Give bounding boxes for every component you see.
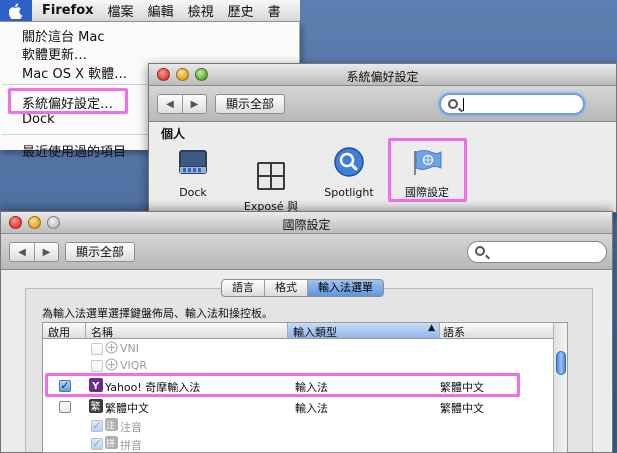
vertical-scrollbar[interactable] [553, 323, 567, 452]
system-preferences-window: 系統偏好設定 ◀ ▶ 顯示全部 個人 Dock Exposé 與 Spaces [148, 63, 617, 213]
menu-history[interactable]: 歷史 [228, 1, 254, 20]
col-input-type-label: 輸入類型 [293, 326, 337, 339]
menu-item-recent-items[interactable]: 最近使用過的項目 [22, 141, 126, 160]
tab-language[interactable]: 語言 [222, 280, 264, 296]
traditional-chinese-icon: 繁 [89, 399, 103, 413]
back-button[interactable]: ◀ [158, 95, 182, 113]
zhuyin-icon: 注 [105, 418, 118, 431]
row-name: 拼音 [120, 439, 142, 452]
svg-text:注: 注 [106, 420, 115, 432]
text-caret [463, 98, 464, 111]
table-row[interactable]: VIQR [43, 357, 553, 374]
row-name: VNI [120, 342, 139, 355]
menu-item-software-update[interactable]: 軟體更新… [22, 44, 87, 63]
nav-segment: ◀ ▶ [9, 242, 59, 262]
scrollbar-thumb[interactable] [556, 351, 566, 375]
menu-edit[interactable]: 編輯 [148, 1, 174, 20]
title-bar[interactable]: 系統偏好設定 [149, 64, 616, 86]
table-row[interactable]: ✓ 注 注音 [43, 417, 553, 434]
keyboard-layout-icon [105, 358, 118, 371]
menu-item-dock[interactable]: Dock [22, 112, 55, 127]
col-enable[interactable]: 啟用 [48, 324, 70, 340]
highlight-international [388, 138, 467, 202]
highlight-yahoo-row [45, 373, 520, 397]
menu-bookmarks[interactable]: 書 [268, 1, 281, 20]
row-name: VIQR [120, 359, 148, 372]
search-input[interactable] [467, 241, 607, 263]
table-row[interactable]: VNI [43, 340, 553, 357]
col-language[interactable]: 語系 [443, 324, 465, 340]
search-icon [475, 246, 485, 256]
table-header: 啟用 名稱 輸入類型 ▲ 語系 [43, 323, 553, 339]
triangle-right-icon: ▶ [190, 98, 199, 110]
title-bar[interactable]: 國際設定 [1, 212, 612, 234]
highlight-system-preferences [8, 88, 128, 114]
table-row[interactable]: 繁 繁體中文 輸入法 繁體中文 [43, 398, 553, 415]
menu-item-about-mac[interactable]: 關於這台 Mac [22, 26, 104, 45]
apple-menu-button[interactable] [0, 0, 32, 21]
row-name: 注音 [120, 421, 142, 434]
svg-text:繁: 繁 [91, 400, 101, 413]
keyboard-layout-icon [105, 341, 118, 354]
menu-file[interactable]: 檔案 [108, 1, 134, 20]
col-name[interactable]: 名稱 [91, 324, 113, 340]
row-name: 繁體中文 [105, 402, 149, 415]
triangle-left-icon: ◀ [18, 246, 26, 258]
pref-label: Spotlight [324, 186, 374, 199]
row-language: 繁體中文 [440, 402, 484, 415]
menu-app-name[interactable]: Firefox [42, 3, 94, 18]
expose-icon [257, 162, 285, 190]
menu-view[interactable]: 檢視 [188, 1, 214, 20]
triangle-left-icon: ◀ [166, 98, 174, 110]
svg-text:拼: 拼 [106, 438, 115, 450]
apple-icon [9, 3, 23, 19]
search-icon [448, 99, 458, 109]
nav-segment: ◀ ▶ [157, 94, 207, 114]
menu-bar: Firefox 檔案 編輯 檢視 歷史 書 [0, 0, 300, 22]
show-all-button[interactable]: 顯示全部 [215, 94, 286, 114]
table-row[interactable]: ✓ 拼 拼音 [43, 435, 553, 452]
search-input[interactable] [439, 93, 585, 115]
sort-ascending-icon: ▲ [428, 323, 435, 333]
row-checkbox[interactable] [91, 343, 103, 355]
toolbar: ◀ ▶ 顯示全部 [149, 86, 616, 122]
row-checkbox[interactable]: ✓ [91, 438, 103, 450]
tab-input-menu[interactable]: 輸入法選單 [307, 280, 383, 296]
row-checkbox[interactable] [59, 401, 71, 413]
back-button[interactable]: ◀ [10, 243, 34, 261]
forward-button[interactable]: ▶ [182, 95, 206, 113]
menu-item-mac-os-x-software[interactable]: Mac OS X 軟體… [22, 63, 127, 82]
section-personal: 個人 [161, 127, 186, 141]
input-menu-description: 為輸入法選單選擇鍵盤佈局、輸入法和操控板。 [42, 307, 273, 320]
window-title: 系統偏好設定 [346, 70, 419, 84]
row-input-type: 輸入法 [295, 402, 328, 415]
pref-label: Dock [179, 186, 207, 199]
tab-formats[interactable]: 格式 [264, 280, 307, 296]
forward-button[interactable]: ▶ [34, 243, 58, 261]
col-input-type[interactable]: 輸入類型 ▲ [288, 323, 439, 339]
pref-spotlight[interactable]: Spotlight [309, 146, 389, 200]
toolbar: ◀ ▶ 顯示全部 [1, 234, 612, 270]
pref-expose-spaces[interactable]: Exposé 與 Spaces [231, 146, 311, 212]
spotlight-icon [334, 147, 364, 177]
dock-icon [179, 150, 207, 174]
pinyin-icon: 拼 [105, 436, 118, 449]
pref-dock[interactable]: Dock [153, 146, 233, 200]
tab-bar: 語言 格式 輸入法選單 [221, 279, 384, 297]
triangle-right-icon: ▶ [42, 246, 51, 258]
row-checkbox[interactable]: ✓ [91, 420, 103, 432]
show-all-button[interactable]: 顯示全部 [65, 242, 136, 262]
window-title: 國際設定 [282, 218, 331, 232]
row-checkbox[interactable] [91, 360, 103, 372]
